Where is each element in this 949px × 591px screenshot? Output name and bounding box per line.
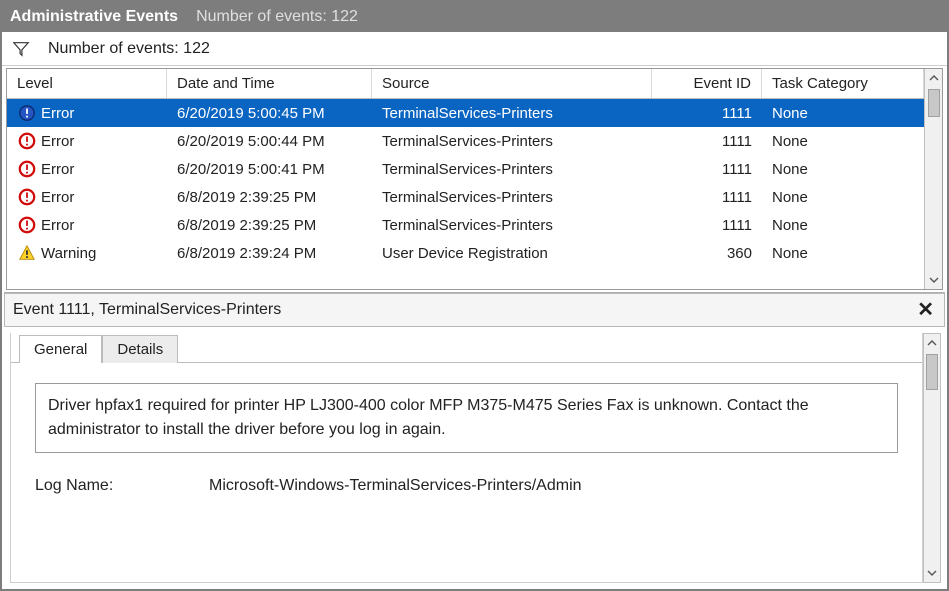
filter-count-label: Number of events: 122 xyxy=(48,40,210,58)
grid-body: Error6/20/2019 5:00:45 PMTerminalService… xyxy=(7,99,924,267)
log-name-value: Microsoft-Windows-TerminalServices-Print… xyxy=(209,477,582,495)
cell-date: 6/8/2019 2:39:25 PM xyxy=(167,211,372,239)
grid-scrollbar[interactable] xyxy=(924,69,942,289)
table-row[interactable]: Error 6/20/2019 5:00:41 PMTerminalService… xyxy=(7,155,924,183)
cell-level: Error xyxy=(41,105,74,122)
cell-date: 6/20/2019 5:00:44 PM xyxy=(167,127,372,155)
log-name-label: Log Name: xyxy=(35,477,175,495)
event-grid: Level Date and Time Source Event ID Task… xyxy=(6,68,943,290)
error-icon xyxy=(17,131,37,151)
cell-source: TerminalServices-Printers xyxy=(372,183,652,211)
tab-details[interactable]: Details xyxy=(102,335,178,363)
window-subtitle: Number of events: 122 xyxy=(196,8,358,26)
filter-bar: Number of events: 122 xyxy=(2,32,947,66)
column-header-task[interactable]: Task Category xyxy=(762,69,924,98)
table-row[interactable]: Error 6/8/2019 2:39:25 PMTerminalServices… xyxy=(7,211,924,239)
column-header-date[interactable]: Date and Time xyxy=(167,69,372,98)
error-icon xyxy=(17,215,37,235)
cell-event-id: 360 xyxy=(652,239,762,267)
cell-date: 6/20/2019 5:00:45 PM xyxy=(167,99,372,127)
event-grid-main: Level Date and Time Source Event ID Task… xyxy=(7,69,924,289)
cell-task: None xyxy=(762,127,924,155)
error-icon xyxy=(17,159,37,179)
cell-source: TerminalServices-Printers xyxy=(372,155,652,183)
scroll-track[interactable] xyxy=(925,117,942,271)
cell-task: None xyxy=(762,155,924,183)
error-icon xyxy=(17,103,37,123)
grid-header-row: Level Date and Time Source Event ID Task… xyxy=(7,69,924,99)
scroll-thumb[interactable] xyxy=(926,354,938,390)
table-row[interactable]: Error 6/8/2019 2:39:25 PMTerminalServices… xyxy=(7,183,924,211)
column-header-event-id[interactable]: Event ID xyxy=(652,69,762,98)
cell-task: None xyxy=(762,99,924,127)
table-row[interactable]: Warning 6/8/2019 2:39:24 PMUser Device Re… xyxy=(7,239,924,267)
title-bar: Administrative Events Number of events: … xyxy=(2,2,947,32)
cell-level: Error xyxy=(41,133,74,150)
column-header-level[interactable]: Level xyxy=(7,69,167,98)
event-message: Driver hpfax1 required for printer HP LJ… xyxy=(35,383,898,453)
tab-general[interactable]: General xyxy=(19,335,102,363)
cell-source: TerminalServices-Printers xyxy=(372,127,652,155)
cell-source: User Device Registration xyxy=(372,239,652,267)
detail-body: General Details Driver hpfax1 required f… xyxy=(4,327,945,587)
detail-scrollbar[interactable] xyxy=(923,333,941,583)
cell-source: TerminalServices-Printers xyxy=(372,211,652,239)
cell-event-id: 1111 xyxy=(652,99,762,127)
detail-pane: Event 1111, TerminalServices-Printers ✕ … xyxy=(4,292,945,587)
error-icon xyxy=(17,187,37,207)
cell-level: Warning xyxy=(41,245,96,262)
filter-icon[interactable] xyxy=(12,40,30,58)
table-row[interactable]: Error 6/20/2019 5:00:44 PMTerminalService… xyxy=(7,127,924,155)
cell-event-id: 1111 xyxy=(652,183,762,211)
scroll-up-icon[interactable] xyxy=(924,334,940,352)
window-title: Administrative Events xyxy=(10,8,178,26)
tab-general-body: Driver hpfax1 required for printer HP LJ… xyxy=(11,363,922,582)
cell-level: Error xyxy=(41,217,74,234)
cell-level: Error xyxy=(41,161,74,178)
scroll-thumb[interactable] xyxy=(928,89,940,117)
table-row[interactable]: Error 6/20/2019 5:00:45 PMTerminalService… xyxy=(7,99,924,127)
scroll-down-icon[interactable] xyxy=(925,271,942,289)
column-header-source[interactable]: Source xyxy=(372,69,652,98)
cell-task: None xyxy=(762,211,924,239)
cell-source: TerminalServices-Printers xyxy=(372,99,652,127)
scroll-track[interactable] xyxy=(924,390,940,564)
scroll-up-icon[interactable] xyxy=(925,69,942,87)
detail-header: Event 1111, TerminalServices-Printers ✕ xyxy=(4,293,945,327)
cell-date: 6/8/2019 2:39:24 PM xyxy=(167,239,372,267)
warning-icon xyxy=(17,243,37,263)
detail-title: Event 1111, TerminalServices-Printers xyxy=(13,301,281,319)
cell-task: None xyxy=(762,239,924,267)
window-frame: Administrative Events Number of events: … xyxy=(0,0,949,591)
cell-event-id: 1111 xyxy=(652,127,762,155)
cell-date: 6/8/2019 2:39:25 PM xyxy=(167,183,372,211)
cell-task: None xyxy=(762,183,924,211)
scroll-down-icon[interactable] xyxy=(924,564,940,582)
detail-content: General Details Driver hpfax1 required f… xyxy=(10,333,923,583)
cell-level: Error xyxy=(41,189,74,206)
close-icon[interactable]: ✕ xyxy=(917,300,934,320)
log-name-row: Log Name: Microsoft-Windows-TerminalServ… xyxy=(35,477,898,495)
detail-tabs: General Details xyxy=(11,333,922,363)
cell-event-id: 1111 xyxy=(652,211,762,239)
cell-event-id: 1111 xyxy=(652,155,762,183)
cell-date: 6/20/2019 5:00:41 PM xyxy=(167,155,372,183)
